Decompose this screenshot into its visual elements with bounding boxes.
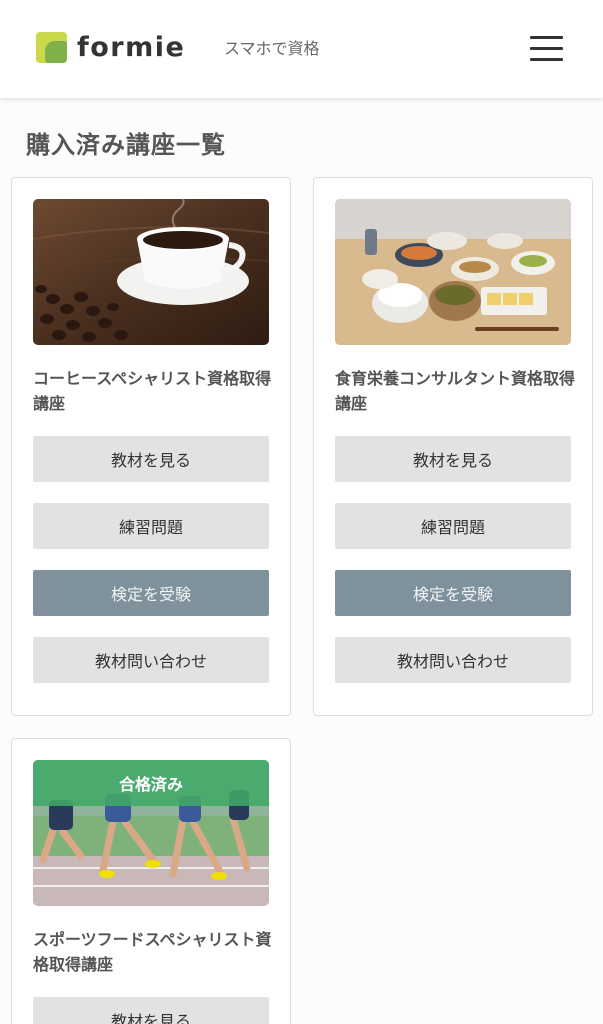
- view-materials-button[interactable]: 教材を見る: [33, 436, 269, 482]
- passed-badge: 合格済み: [33, 760, 269, 806]
- course-title: コーヒースペシャリスト資格取得講座: [33, 369, 272, 413]
- runners-on-track-photo[interactable]: 合格済み: [33, 760, 269, 906]
- course-card-sports-food: 合格済み スポーツフードスペシャリスト資格取得講座 教材を見る: [11, 738, 291, 1024]
- take-exam-button[interactable]: 検定を受験: [33, 570, 269, 616]
- course-card-nutrition: 食育栄養コンサルタント資格取得講座 教材を見る 練習問題 検定を受験 教材問い合…: [313, 177, 593, 716]
- tagline: スマホで資格: [224, 39, 320, 58]
- formie-logo[interactable]: formie: [36, 32, 185, 63]
- take-exam-button[interactable]: 検定を受験: [335, 570, 571, 616]
- coffee-cup-and-beans-photo[interactable]: [33, 199, 269, 345]
- course-title: 食育栄養コンサルタント資格取得講座: [335, 369, 576, 413]
- japanese-meal-table-photo[interactable]: [335, 199, 571, 345]
- view-materials-button[interactable]: 教材を見る: [33, 997, 269, 1024]
- practice-questions-button[interactable]: 練習問題: [335, 503, 571, 549]
- practice-questions-button[interactable]: 練習問題: [33, 503, 269, 549]
- app-header: formie スマホで資格: [0, 0, 603, 98]
- hamburger-menu-icon[interactable]: [530, 36, 563, 62]
- materials-inquiry-button[interactable]: 教材問い合わせ: [33, 637, 269, 683]
- course-title: スポーツフードスペシャリスト資格取得講座: [33, 930, 272, 974]
- view-materials-button[interactable]: 教材を見る: [335, 436, 571, 482]
- formie-logo-icon: [36, 32, 67, 63]
- materials-inquiry-button[interactable]: 教材問い合わせ: [335, 637, 571, 683]
- course-card-coffee: コーヒースペシャリスト資格取得講座 教材を見る 練習問題 検定を受験 教材問い合…: [11, 177, 291, 716]
- page-title: 購入済み講座一覧: [26, 131, 226, 159]
- logo-text: formie: [77, 32, 186, 63]
